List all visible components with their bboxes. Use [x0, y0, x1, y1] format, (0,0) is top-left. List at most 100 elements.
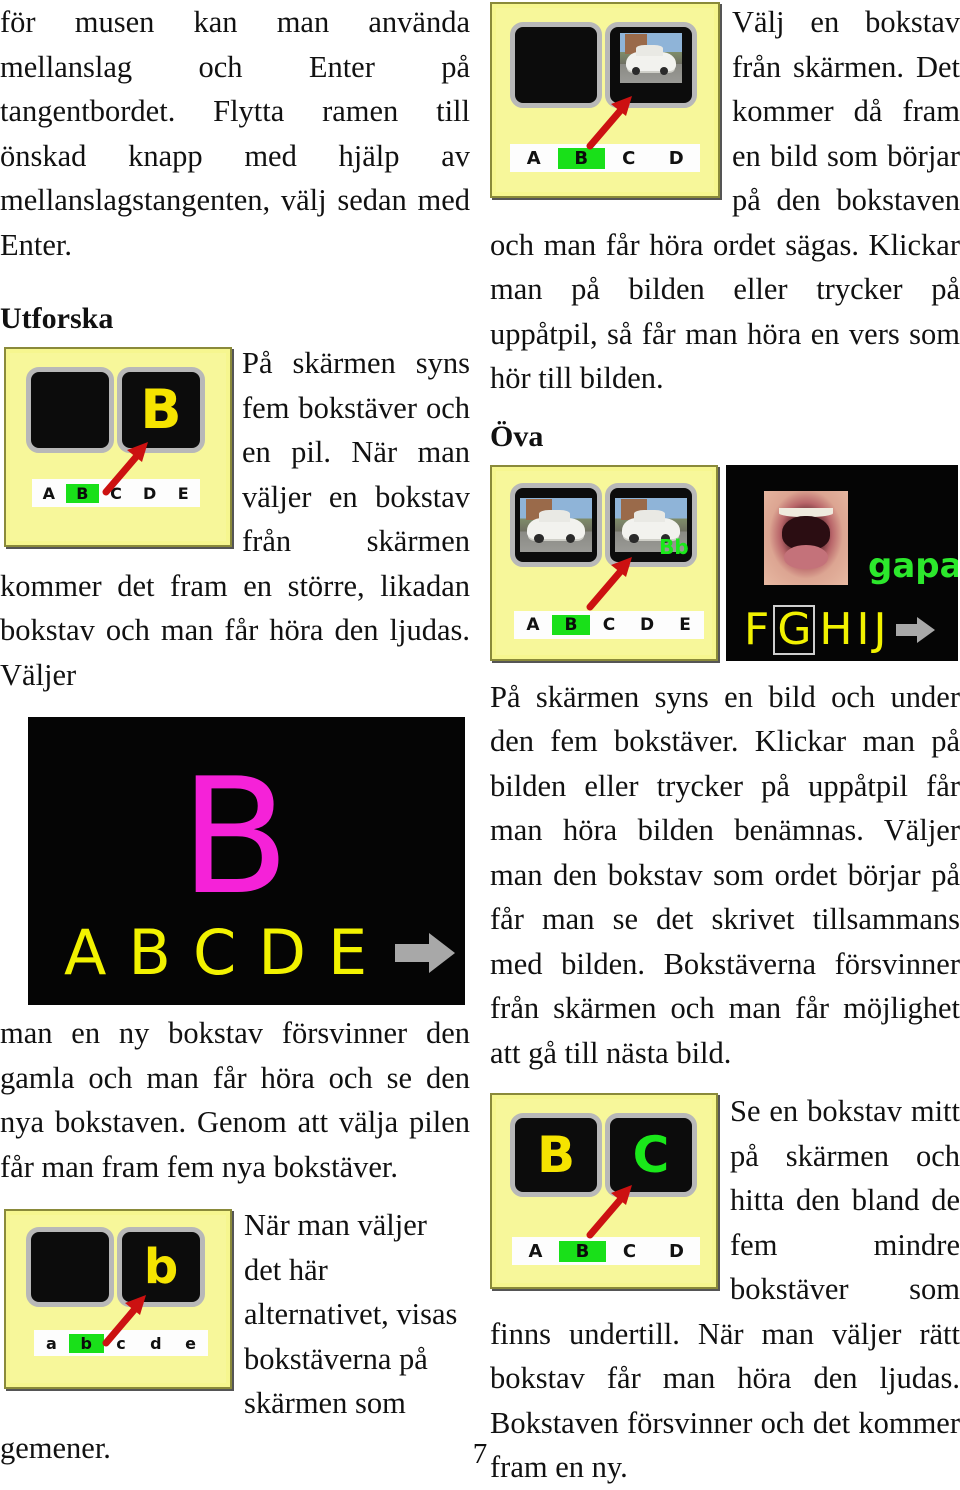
figure-app-window-letter-b-lowercase: b a b c d e [4, 1209, 232, 1389]
word-label: gapa [868, 545, 958, 586]
tongue [784, 545, 828, 570]
row-letter-b: B [128, 916, 171, 989]
strip-letter-d: D [142, 483, 157, 503]
pane-right: Bb [605, 482, 697, 567]
letter-row: A B C D E [64, 922, 457, 984]
strip-letter-c: C [622, 1240, 637, 1262]
figure-background: B A B C D E [10, 353, 226, 541]
strip-letter-a: A [42, 483, 55, 503]
strip-letter-c: C [622, 147, 636, 169]
pane-left [510, 482, 602, 567]
strip-letter-c: c [116, 1333, 126, 1353]
strip-letter-e: E [679, 614, 691, 635]
find-letter-block: B C A B C D Se en bokstav mitt på skärme… [490, 1089, 960, 1490]
letter-row: F G H I J [744, 603, 936, 655]
figure-app-window-car-picture: A B C D [490, 2, 720, 198]
car-roof [636, 45, 664, 56]
strip-letter-a: A [526, 614, 540, 635]
page-number: 7 [472, 1438, 488, 1470]
row-letter-f: F [744, 603, 770, 655]
letter-strip: A B C D [510, 144, 700, 172]
figure-app-window-letters-B-C: B C A B C D [490, 1093, 718, 1289]
strip-letter-b-selected: b [68, 1333, 104, 1353]
row-letter-j: J [873, 603, 887, 655]
big-letter: B [180, 743, 290, 930]
letter-strip: A B C D E [514, 610, 704, 639]
strip-letter-b-selected: B [559, 1240, 606, 1262]
pane-group: B [26, 367, 205, 453]
pane-letter: B [536, 1126, 576, 1184]
strip-letter-a: A [528, 1240, 543, 1262]
pane-left: B [510, 1113, 602, 1197]
strip-letter-d: d [150, 1333, 162, 1353]
document-page: för musen kan man använda mellanslag och… [0, 0, 960, 1486]
figure-background: Bb A B C D E [496, 470, 712, 655]
pane-group [510, 22, 697, 108]
pane-right: B [117, 367, 205, 453]
picture-word-block: A B C D Välj en bokstav från skärmen. De… [490, 0, 960, 401]
right-column: A B C D Välj en bokstav från skärmen. De… [490, 0, 960, 1490]
letter-strip: A B C D [512, 1237, 700, 1265]
gemener-block: b a b c d e När man väljer det här alter… [0, 1203, 470, 1470]
car-photo [520, 497, 592, 552]
strip-letter-a: a [46, 1333, 57, 1353]
pane-letter: b [143, 1239, 179, 1295]
pane-left [26, 1227, 114, 1307]
row-letter-d: D [258, 916, 307, 989]
strip-letter-c: C [110, 483, 122, 503]
car-wheel [566, 533, 576, 543]
pane-right: C [605, 1113, 697, 1197]
strip-letter-e: E [177, 483, 189, 503]
pane-group: Bb [510, 482, 697, 567]
letter-strip: a b c d e [34, 1330, 208, 1356]
figure-background: B C A B C D [496, 1099, 712, 1283]
pane-right [605, 22, 697, 108]
intro-paragraph: för musen kan man använda mellanslag och… [0, 5, 470, 262]
heading-ova: Öva [490, 419, 544, 453]
strip-letter-a: A [526, 147, 541, 169]
figure-app-window-car-picture-Bb: Bb A B C D E [490, 464, 718, 661]
pane-right: b [117, 1227, 205, 1307]
pane-letter: B [140, 378, 182, 441]
pane-left [510, 22, 602, 108]
row-letter-e: E [328, 916, 368, 989]
strip-letter-c: C [602, 614, 616, 635]
strip-letter-d: D [639, 614, 655, 635]
car-wheel [632, 66, 641, 75]
car-wheel [659, 66, 668, 75]
strip-letter-b-selected: B [557, 147, 605, 169]
strip-letter-b-selected: B [65, 483, 100, 503]
figure-background: b a b c d e [10, 1215, 226, 1383]
pane-letter: C [632, 1126, 670, 1184]
figure-fullscreen-mouth-gapa: gapa F G H I J [726, 464, 958, 661]
pane-group: B C [510, 1113, 697, 1197]
pane-group: b [26, 1227, 205, 1307]
car-roof [538, 510, 571, 523]
car-wheel [629, 533, 639, 543]
figure-background: A B C D [496, 8, 714, 192]
gray-right-arrow-icon [395, 933, 456, 973]
strip-letter-d: D [669, 1240, 684, 1262]
utforska-paragraph-2: man en ny bokstav försvinner den gamla o… [0, 1016, 470, 1184]
row-letter-c: C [192, 916, 237, 989]
car-wheel [534, 533, 544, 543]
pane-left [26, 367, 114, 453]
strip-letter-d: D [668, 147, 684, 169]
car-photo [620, 33, 682, 83]
heading-utforska: Utforska [0, 302, 114, 335]
utforska-block: B A B C D E På skärmen syns fem bokstäve… [0, 341, 470, 697]
row-letter-h: H [819, 603, 853, 655]
gray-right-arrow-icon [896, 616, 936, 643]
mouth-photo [764, 490, 848, 585]
letter-strip: A B C D E [32, 479, 200, 507]
car-roof [633, 510, 666, 523]
strip-letter-e: e [185, 1333, 197, 1353]
left-column: för musen kan man använda mellanslag och… [0, 0, 470, 1470]
pane-label-Bb: Bb [659, 534, 689, 559]
row-letter-g-selected: G [773, 604, 816, 655]
